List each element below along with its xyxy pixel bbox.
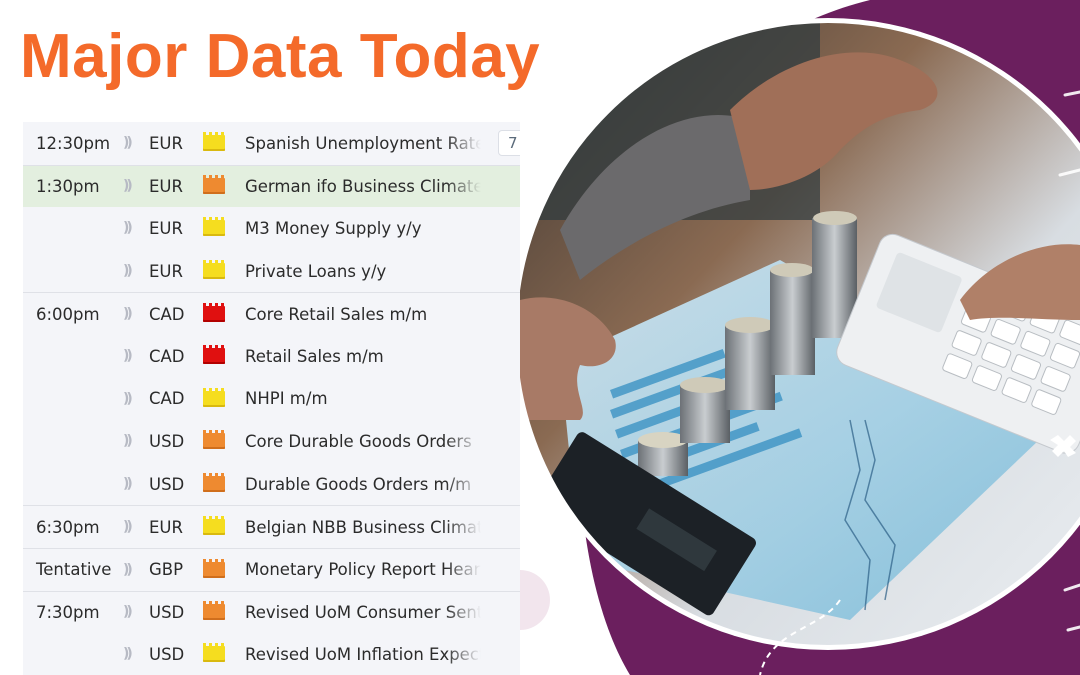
event-name[interactable]: Retail Sales m/m: [245, 347, 481, 366]
event-time: 6:00pm: [36, 304, 100, 324]
calendar-row[interactable]: Tentative)) GBP Monetary Policy Report Hea…: [23, 548, 520, 591]
event-time: 1:30pm: [36, 176, 100, 196]
impact-high-icon: [203, 303, 225, 323]
currency-code: USD: [149, 474, 185, 494]
event-name[interactable]: Belgian NBB Business Climate: [245, 518, 481, 537]
economic-calendar: 12:30pm)) EUR Spanish Unemployment Rate 7 1:…: [23, 122, 520, 675]
currency-code: EUR: [149, 218, 183, 238]
sound-wave-icon[interactable]: )): [123, 348, 149, 364]
event-name[interactable]: Private Loans y/y: [245, 262, 481, 281]
currency-code: EUR: [149, 176, 183, 196]
impact-low-icon: [203, 217, 225, 237]
calendar-row[interactable]: )) CAD NHPI m/m: [23, 378, 520, 421]
currency-code: USD: [149, 644, 185, 664]
currency-code: USD: [149, 602, 185, 622]
calendar-row[interactable]: ))USD Revised UoM Inflation Expectations: [23, 633, 520, 675]
sound-wave-icon[interactable]: )): [123, 519, 149, 535]
event-time: 6:30pm: [36, 517, 100, 537]
event-time: 12:30pm: [36, 133, 111, 153]
actual-value: 7: [498, 130, 520, 156]
impact-medium-icon: [203, 601, 225, 621]
event-name[interactable]: Revised UoM Consumer Sentiment: [245, 603, 481, 622]
finance-illustration: [520, 0, 1080, 675]
calendar-row[interactable]: )) USD Durable Goods Orders m/m: [23, 463, 520, 506]
sound-wave-icon[interactable]: )): [123, 391, 149, 407]
event-name[interactable]: German ifo Business Climate: [245, 177, 481, 196]
calendar-row[interactable]: 1:30pm)) EUR German ifo Business Climate: [23, 164, 520, 208]
event-name[interactable]: Core Retail Sales m/m: [245, 305, 481, 324]
impact-low-icon: [203, 643, 225, 663]
currency-code: CAD: [149, 346, 185, 366]
currency-code: USD: [149, 431, 185, 451]
event-name[interactable]: Revised UoM Inflation Expectations: [245, 645, 481, 664]
impact-medium-icon: [203, 175, 225, 195]
page-title: Major Data Today: [20, 22, 541, 91]
currency-code: EUR: [149, 517, 183, 537]
event-time: 7:30pm: [36, 602, 100, 622]
event-name[interactable]: NHPI m/m: [245, 389, 481, 408]
event-name[interactable]: Core Durable Goods Orders: [245, 432, 481, 451]
finance-photo: [520, 0, 1080, 675]
currency-code: EUR: [149, 261, 183, 281]
event-name[interactable]: Spanish Unemployment Rate: [245, 134, 481, 153]
event-name[interactable]: Monetary Policy Report Hearings: [245, 560, 481, 579]
impact-medium-icon: [203, 473, 225, 493]
impact-low-icon: [203, 132, 225, 152]
sound-wave-icon[interactable]: )): [123, 646, 149, 662]
impact-low-icon: [203, 387, 225, 407]
calendar-row[interactable]: )) EUR M3 Money Supply y/y: [23, 207, 520, 250]
event-name[interactable]: M3 Money Supply y/y: [245, 219, 481, 238]
event-name[interactable]: Durable Goods Orders m/m: [245, 475, 481, 494]
sound-wave-icon[interactable]: )): [123, 220, 149, 236]
currency-code: CAD: [149, 304, 185, 324]
sound-wave-icon[interactable]: )): [123, 476, 149, 492]
sound-wave-icon[interactable]: )): [123, 178, 149, 194]
impact-low-icon: [203, 516, 225, 536]
sound-wave-icon[interactable]: )): [123, 135, 149, 151]
calendar-row[interactable]: 6:00pm)) CAD Core Retail Sales m/m: [23, 292, 520, 335]
sound-wave-icon[interactable]: )): [123, 306, 149, 322]
currency-code: GBP: [149, 560, 184, 580]
calendar-row[interactable]: 7:30pm))USD Revised UoM Consumer Sentimen…: [23, 590, 520, 634]
impact-high-icon: [203, 345, 225, 365]
event-time: Tentative: [36, 560, 112, 580]
sound-wave-icon[interactable]: )): [123, 604, 149, 620]
calendar-row[interactable]: 12:30pm)) EUR Spanish Unemployment Rate 7: [23, 122, 520, 165]
sound-wave-icon[interactable]: )): [123, 263, 149, 279]
impact-low-icon: [203, 260, 225, 280]
impact-medium-icon: [203, 430, 225, 450]
currency-code: CAD: [149, 389, 185, 409]
impact-medium-icon: [203, 558, 225, 578]
currency-code: EUR: [149, 133, 183, 153]
calendar-row[interactable]: )) EUR Private Loans y/y: [23, 250, 520, 293]
calendar-row[interactable]: )) CAD Retail Sales m/m: [23, 335, 520, 378]
calendar-row[interactable]: 6:30pm)) EUR Belgian NBB Business Climate: [23, 505, 520, 548]
sound-wave-icon[interactable]: )): [123, 562, 149, 578]
calendar-row[interactable]: )) USD Core Durable Goods Orders: [23, 420, 520, 463]
sound-wave-icon[interactable]: )): [123, 433, 149, 449]
